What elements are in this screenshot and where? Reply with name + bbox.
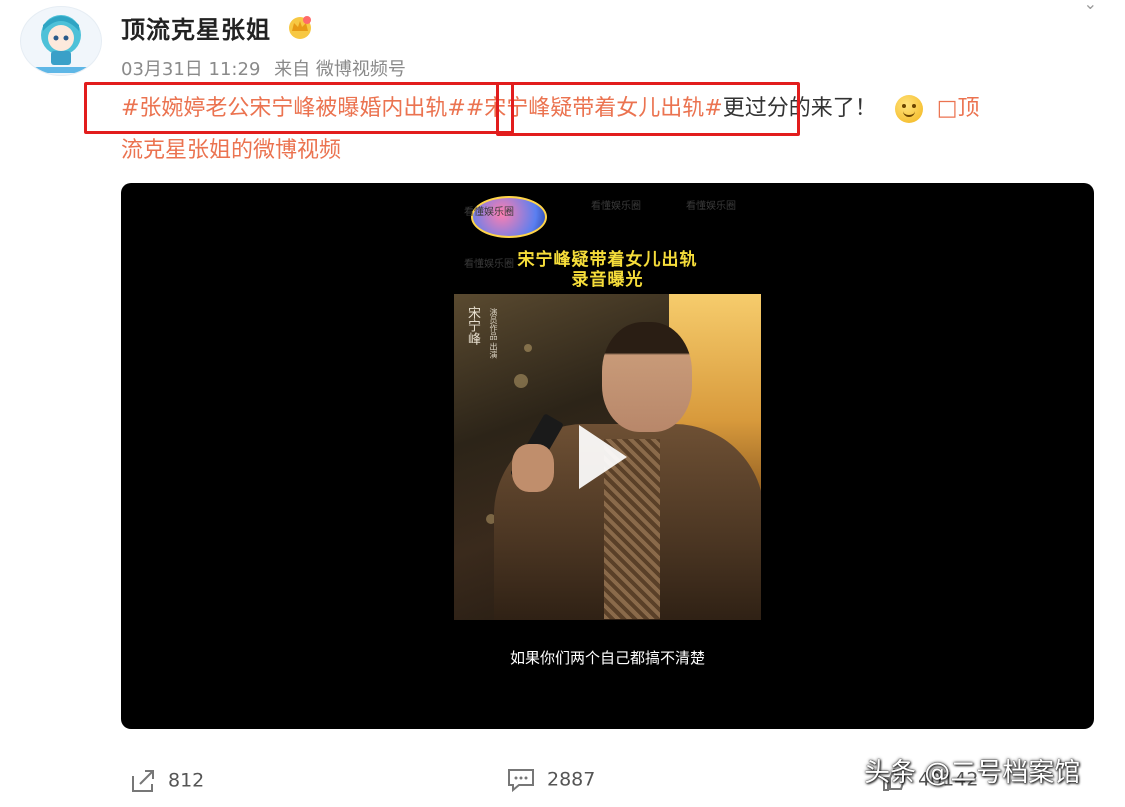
poster-watermark: 看懂娱乐圈: [591, 201, 641, 212]
bokeh-light: [524, 344, 532, 352]
comment-icon: [508, 769, 534, 792]
highlight-box-2: [496, 82, 800, 136]
person-head: [602, 322, 692, 432]
share-count: 812: [168, 769, 205, 792]
post-meta: 03月31日 11:29 来自 微博视频号: [121, 55, 414, 81]
share-button[interactable]: 812: [130, 768, 204, 794]
post-source: 来自 微博视频号: [274, 59, 406, 80]
video-player[interactable]: 看懂娱乐圈 看懂娱乐圈 看懂娱乐圈 看懂娱乐圈 宋宁峰疑带着女儿出轨 录音曝光 …: [121, 183, 1094, 729]
play-icon[interactable]: [579, 425, 627, 489]
person-hand: [512, 444, 554, 492]
member-crown-icon: [289, 16, 311, 39]
video-link[interactable]: 流克星张姐的微博视频: [121, 138, 341, 163]
avatar[interactable]: [20, 6, 102, 76]
photo-caption-small: 演员作品 出演: [489, 308, 498, 359]
bokeh-light: [514, 374, 528, 388]
video-subtitle: 如果你们两个自己都搞不清楚: [509, 649, 705, 667]
chevron-down-icon[interactable]: ⌄: [1084, 0, 1097, 13]
highlight-box-1: [84, 82, 514, 134]
video-link-prefix[interactable]: □顶: [937, 96, 980, 121]
poster-subtitle: 录音曝光: [571, 270, 644, 290]
post-date[interactable]: 03月31日 11:29: [121, 59, 260, 80]
poster-watermark: 看懂娱乐圈: [686, 201, 736, 212]
comment-button[interactable]: 2887: [507, 768, 595, 792]
poster-watermark: 看懂娱乐圈: [464, 207, 514, 218]
photo-caption: 宋宁峰: [465, 306, 480, 345]
source-credit-watermark: 头条 @二号档案馆: [864, 758, 1081, 788]
smile-emoji-icon: [894, 95, 923, 123]
avatar-illustration: [35, 15, 87, 73]
share-icon: [132, 770, 154, 792]
author-name[interactable]: 顶流克星张姐: [121, 10, 271, 45]
comment-count: 2887: [547, 768, 596, 791]
